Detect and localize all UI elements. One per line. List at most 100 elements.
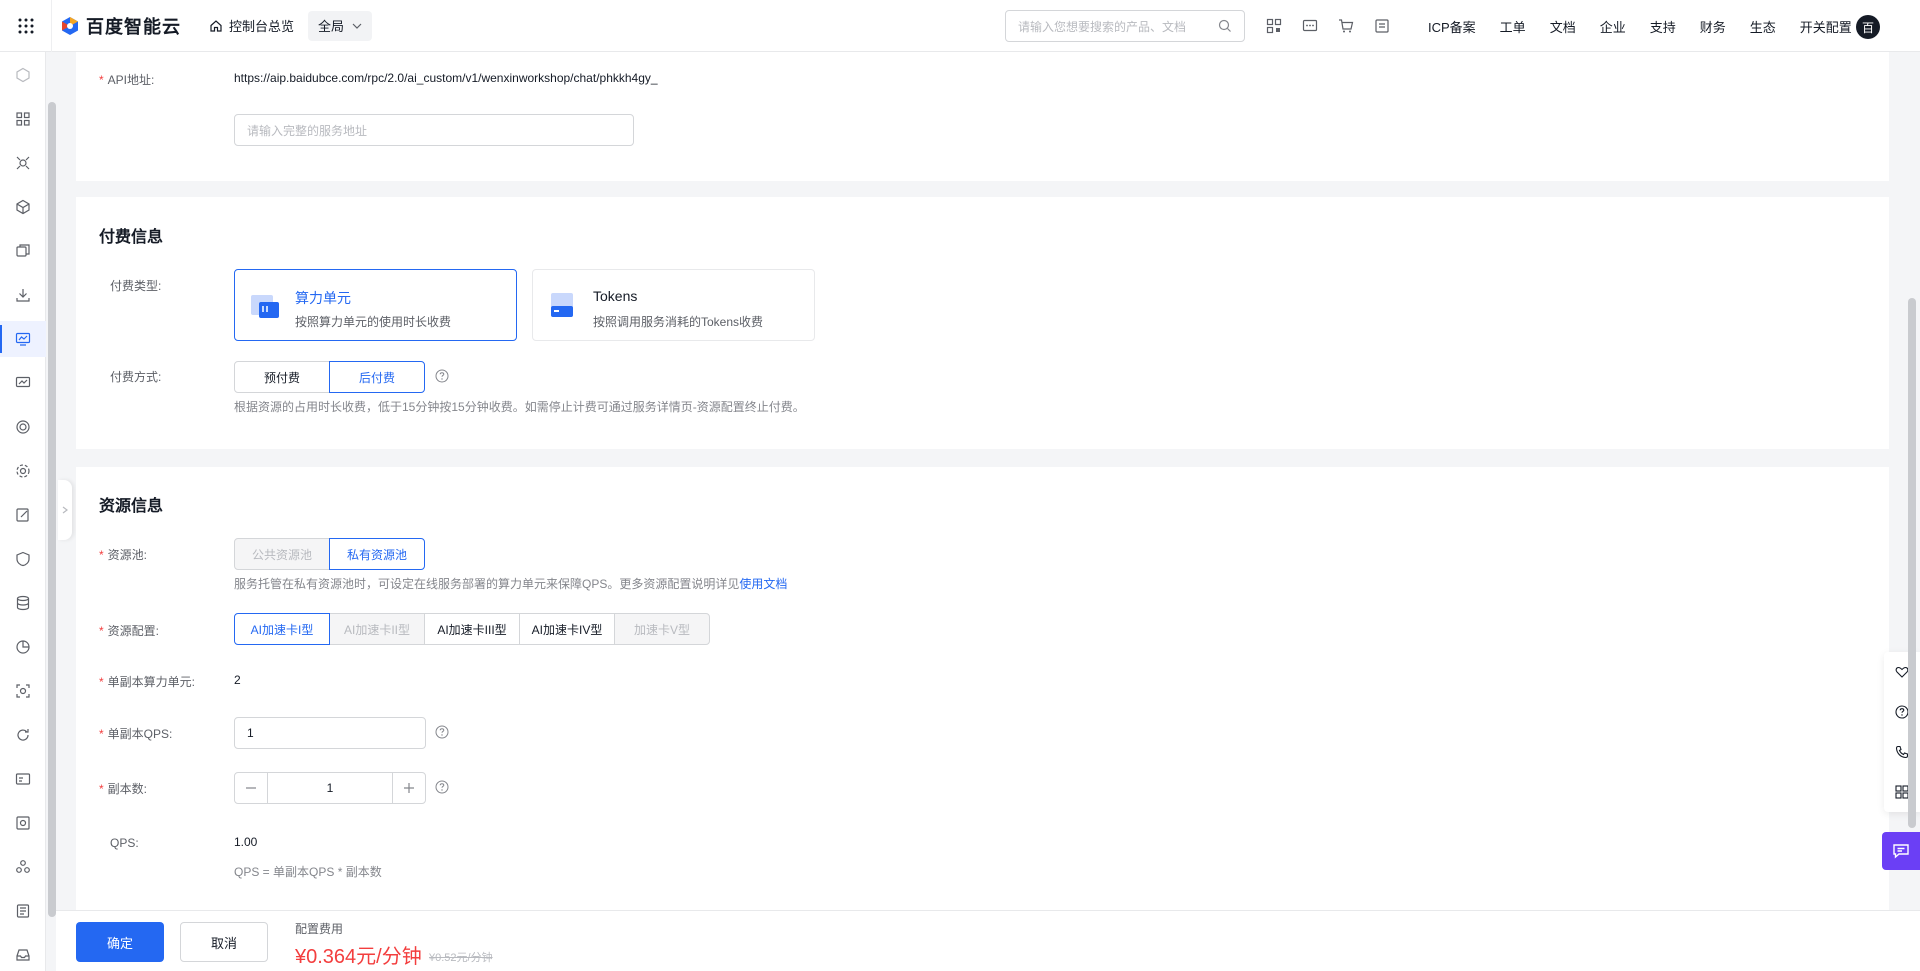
grid-icon (16, 112, 30, 126)
sidebar-item-refresh[interactable] (0, 717, 46, 753)
method-prepaid-button[interactable]: 预付费 (234, 361, 330, 393)
sidebar-item-docs[interactable] (0, 893, 46, 929)
sidebar-collapse-toggle[interactable] (58, 480, 72, 540)
tokens-title: Tokens (593, 288, 638, 304)
help-icon[interactable] (435, 725, 449, 739)
sidebar-item-security[interactable] (0, 541, 46, 577)
service-url-input[interactable]: 请输入完整的服务地址 (234, 114, 634, 146)
replicas-value[interactable]: 1 (267, 773, 393, 803)
sidebar-item-data[interactable] (0, 233, 46, 269)
main-scrollbar[interactable] (1908, 298, 1916, 828)
resource-pool-hint: 服务托管在私有资源池时，可设定在线服务部署的算力单元来保障QPS。更多资源配置说… (234, 577, 788, 591)
sidebar-item-edit[interactable] (0, 497, 46, 533)
help-icon[interactable] (435, 369, 449, 383)
menu-docs[interactable]: 文档 (1550, 17, 1576, 36)
sidebar-item-scan[interactable] (0, 673, 46, 709)
compute-unit-icon (251, 295, 279, 318)
method-postpaid-button[interactable]: 后付费 (329, 361, 425, 393)
config-card-4-button[interactable]: AI加速卡IV型 (519, 613, 615, 645)
config-card-2-button[interactable]: AI加速卡II型 (329, 613, 425, 645)
sidebar-item-card[interactable] (0, 761, 46, 797)
menu-enterprise[interactable]: 企业 (1600, 17, 1626, 36)
chat-icon (1893, 844, 1909, 859)
sidebar-item-overview[interactable] (0, 57, 46, 93)
id-card-icon (15, 773, 31, 785)
billing-method-segment: 预付费 后付费 (234, 361, 425, 393)
confirm-button[interactable]: 确定 (76, 922, 164, 962)
target-icon (16, 420, 30, 434)
sidebar-item-repository[interactable] (0, 189, 46, 225)
resource-pool-label: * 资源池: (99, 548, 148, 562)
menu-finance[interactable]: 财务 (1700, 17, 1726, 36)
scope-select[interactable]: 全局 (308, 10, 373, 41)
menu-ecosystem[interactable]: 生态 (1750, 17, 1776, 36)
sidebar-item-settings[interactable] (0, 453, 46, 489)
menu-ticket[interactable]: 工单 (1500, 17, 1526, 36)
sidebar-item-inbox[interactable] (0, 937, 46, 971)
qps-per-replica-input[interactable]: 1 (234, 717, 426, 749)
api-url-label: * API地址: (99, 73, 155, 87)
question-icon (1895, 705, 1909, 719)
pay-card-compute-unit[interactable]: 算力单元 按照算力单元的使用时长收费 (234, 269, 517, 341)
chevron-down-icon (352, 23, 362, 29)
config-card-3-button[interactable]: AI加速卡III型 (424, 613, 520, 645)
apps-icon (1895, 785, 1909, 799)
apps-grid-icon[interactable] (0, 0, 52, 52)
resource-section (76, 467, 1889, 910)
scope-value: 全局 (318, 19, 345, 34)
fee-price: ¥0.364元/分钟 (295, 946, 422, 968)
pool-public-button[interactable]: 公共资源池 (234, 538, 330, 570)
cancel-button[interactable]: 取消 (180, 922, 268, 962)
console-overview-label: 控制台总览 (229, 19, 295, 34)
pay-card-tokens[interactable]: Tokens 按照调用服务消耗的Tokens收费 (532, 269, 815, 341)
chat-assistant-button[interactable] (1882, 832, 1920, 870)
scan-icon (16, 684, 30, 698)
sidebar-scrollbar[interactable] (48, 102, 56, 917)
avatar[interactable]: 百 (1856, 15, 1880, 39)
config-card-5-button[interactable]: 加速卡V型 (614, 613, 710, 645)
menu-icp[interactable]: ICP备案 (1428, 17, 1476, 36)
sidebar-item-cluster[interactable] (0, 849, 46, 885)
usage-doc-link[interactable]: 使用文档 (739, 577, 787, 591)
pool-private-button[interactable]: 私有资源池 (329, 538, 425, 570)
cloud-logo-icon (62, 16, 78, 35)
search-icon[interactable] (1218, 19, 1232, 33)
help-icon[interactable] (435, 780, 449, 794)
cart-icon[interactable] (1338, 18, 1354, 34)
fee-original-price: ¥0.52元/分钟 (429, 952, 493, 964)
disk-icon (16, 816, 30, 830)
sidebar-item-analytics[interactable] (0, 629, 46, 665)
sidebar-item-database[interactable] (0, 585, 46, 621)
sidebar-item-model[interactable] (0, 145, 46, 181)
menu-switch-config[interactable]: 开关配置 (1800, 17, 1852, 36)
tokens-desc: 按照调用服务消耗的Tokens收费 (593, 315, 764, 329)
refresh-icon (17, 729, 29, 741)
logo[interactable]: 百度智能云 (60, 13, 181, 39)
chevron-right-icon (62, 506, 68, 514)
decrement-button[interactable] (235, 773, 267, 803)
increment-button[interactable] (393, 773, 425, 803)
heart-icon (1895, 666, 1909, 678)
sidebar-item-service[interactable] (0, 321, 46, 357)
compute-unit-desc: 按照算力单元的使用时长收费 (295, 315, 452, 329)
sidebar-item-storage[interactable] (0, 805, 46, 841)
console-overview-link[interactable]: 控制台总览 (209, 16, 294, 35)
billing-title: 付费信息 (99, 229, 164, 246)
resource-config-segment: AI加速卡I型 AI加速卡II型 AI加速卡III型 AI加速卡IV型 加速卡V… (234, 613, 710, 645)
cube-outline-icon (16, 67, 30, 83)
billing-icon[interactable] (1374, 18, 1390, 34)
copy-icon (16, 244, 30, 257)
sidebar-item-target[interactable] (0, 409, 46, 445)
global-search-input[interactable]: 请输入您想要搜索的产品、文档 (1005, 10, 1245, 42)
billing-method-label: 付费方式: (110, 370, 162, 384)
pie-chart-icon (16, 640, 30, 654)
plus-icon (404, 783, 414, 793)
qrcode-icon[interactable] (1266, 18, 1282, 34)
sidebar-item-evaluation[interactable] (0, 365, 46, 401)
message-icon[interactable] (1302, 18, 1318, 34)
config-card-1-button[interactable]: AI加速卡I型 (234, 613, 330, 645)
sidebar-item-download[interactable] (0, 277, 46, 313)
home-icon (210, 19, 222, 32)
menu-support[interactable]: 支持 (1650, 17, 1676, 36)
sidebar-item-dashboard[interactable] (0, 101, 46, 137)
